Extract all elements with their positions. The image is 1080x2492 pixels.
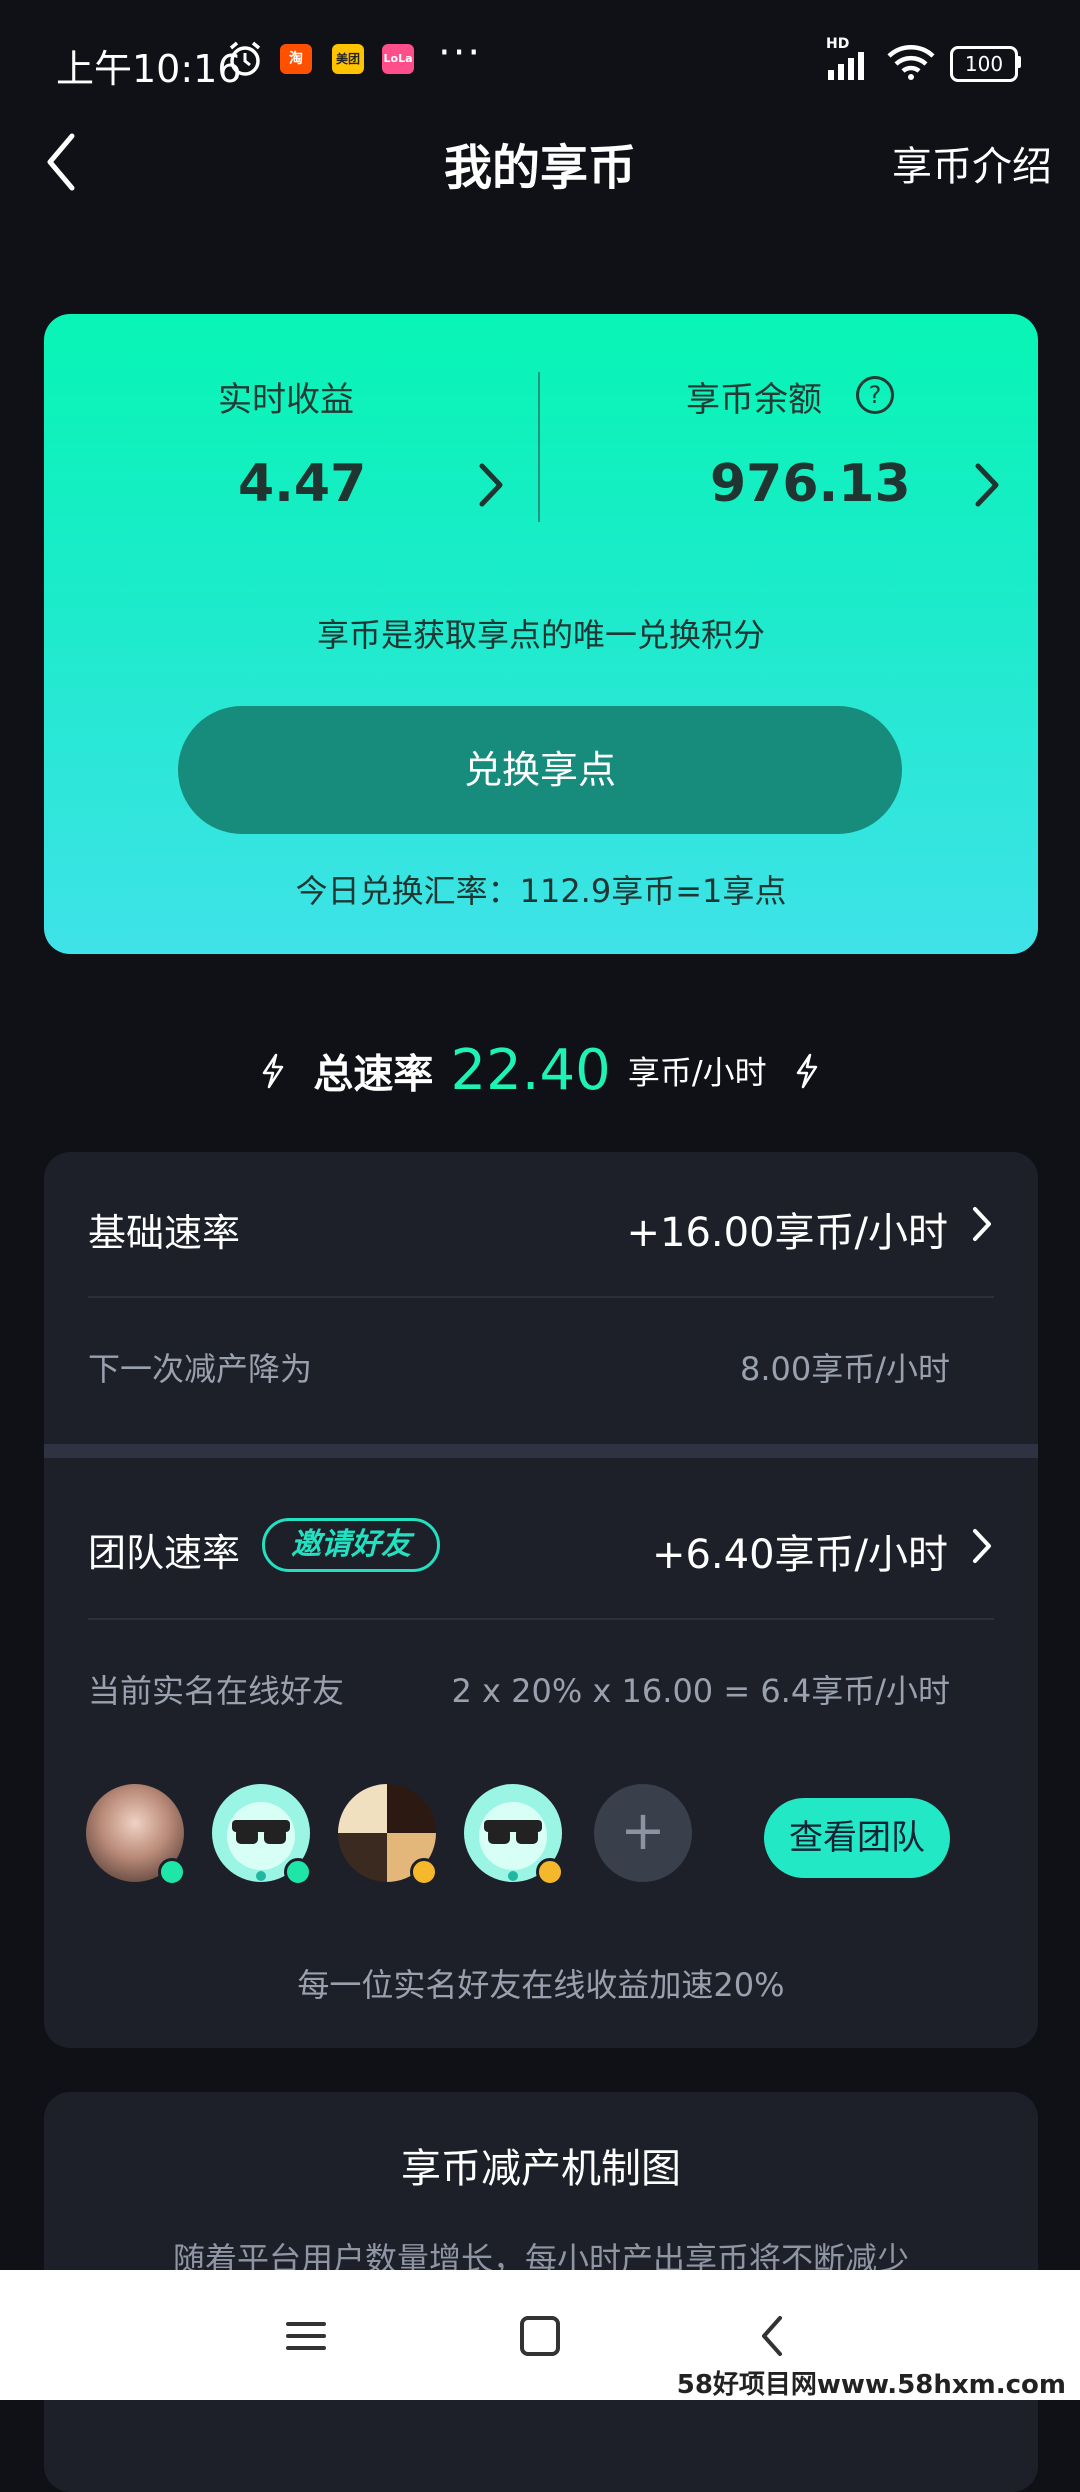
add-friend-button[interactable]: + bbox=[594, 1784, 692, 1882]
status-bar: 上午10:16 淘 美团 LoLa ··· HD 100 bbox=[0, 0, 1080, 120]
base-rate-label: 基础速率 bbox=[88, 1211, 241, 1255]
balance-card: 实时收益 4.47 享币余额 ? 976.13 享币是获取享点的唯一兑换积分 兑… bbox=[44, 314, 1038, 954]
exchange-rate-text: 今日兑换汇率：112.9享币=1享点 bbox=[295, 872, 787, 910]
online-status-dot bbox=[410, 1858, 438, 1886]
card-divider bbox=[538, 372, 540, 522]
battery-icon: 100 bbox=[950, 46, 1018, 82]
realtime-earnings-value[interactable]: 4.47 bbox=[238, 454, 366, 514]
realtime-chevron-right-icon[interactable] bbox=[476, 460, 506, 510]
help-icon[interactable]: ? bbox=[856, 376, 894, 414]
lightning-icon bbox=[796, 1053, 817, 1088]
meituan-icon: 美团 bbox=[332, 44, 364, 74]
home-icon[interactable] bbox=[516, 2312, 564, 2360]
realtime-earnings-label: 实时收益 bbox=[218, 380, 354, 420]
base-rate-chevron-right-icon[interactable] bbox=[970, 1204, 994, 1244]
online-friends-label: 当前实名在线好友 bbox=[88, 1672, 345, 1710]
coin-description: 享币是获取享点的唯一兑换积分 bbox=[316, 616, 765, 654]
battery-tip bbox=[1016, 56, 1021, 68]
balance-chevron-right-icon[interactable] bbox=[972, 460, 1002, 510]
team-rate-value[interactable]: +6.40享币/小时 bbox=[652, 1522, 948, 1580]
total-speed-value: 22.40 bbox=[450, 1038, 611, 1103]
more-notifications-icon: ··· bbox=[438, 30, 483, 76]
mechanism-title: 享币减产机制图 bbox=[401, 2146, 681, 2192]
online-friends-formula: 2 x 20% x 16.00 = 6.4享币/小时 bbox=[451, 1672, 951, 1710]
team-rate-label: 团队速率 bbox=[88, 1531, 241, 1575]
rates-panel: 基础速率 +16.00享币/小时 下一次减产降为 8.00享币/小时 团队速率 … bbox=[44, 1152, 1038, 2048]
coin-intro-link[interactable]: 享币介绍 bbox=[892, 134, 1052, 192]
divider bbox=[88, 1296, 994, 1298]
total-speed-label: 总速率 bbox=[313, 1051, 434, 1098]
next-reduction-label: 下一次减产降为 bbox=[88, 1350, 313, 1388]
balance-label: 享币余额 bbox=[686, 380, 822, 420]
exchange-button[interactable]: 兑换享点 bbox=[178, 706, 902, 834]
online-status-dot bbox=[536, 1858, 564, 1886]
divider bbox=[88, 1618, 994, 1620]
base-rate-value[interactable]: +16.00享币/小时 bbox=[626, 1200, 948, 1258]
status-time: 上午10:16 bbox=[56, 47, 242, 91]
section-separator bbox=[44, 1444, 1038, 1458]
wifi-icon bbox=[887, 45, 935, 80]
total-speed-row: 总速率 22.40 享币/小时 bbox=[0, 1038, 1080, 1108]
online-status-dot bbox=[158, 1858, 186, 1886]
lightning-icon bbox=[263, 1053, 284, 1088]
back-icon[interactable] bbox=[750, 2312, 798, 2360]
team-rate-chevron-right-icon[interactable] bbox=[970, 1526, 994, 1566]
lofter-icon: LoLa bbox=[382, 44, 414, 74]
view-team-button[interactable]: 查看团队 bbox=[764, 1798, 950, 1878]
menu-icon[interactable] bbox=[282, 2312, 330, 2360]
speedup-tip: 每一位实名好友在线收益加速20% bbox=[297, 1966, 785, 2004]
watermark: 58好项目网www.58hxm.com bbox=[676, 2370, 1066, 2400]
next-reduction-value: 8.00享币/小时 bbox=[739, 1350, 950, 1388]
total-speed-unit: 享币/小时 bbox=[627, 1053, 767, 1092]
alarm-icon bbox=[229, 41, 261, 76]
balance-value[interactable]: 976.13 bbox=[710, 454, 911, 514]
online-status-dot bbox=[284, 1858, 312, 1886]
taobao-icon: 淘 bbox=[280, 44, 312, 74]
invite-friends-badge[interactable]: 邀请好友 bbox=[262, 1518, 440, 1572]
